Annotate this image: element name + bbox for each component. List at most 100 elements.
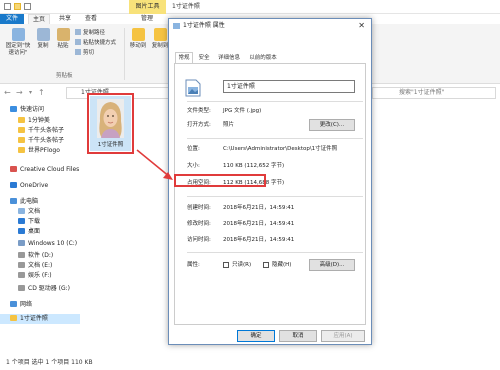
filename-input[interactable]: 1寸证件照	[223, 80, 355, 93]
divider	[187, 196, 363, 197]
move-to-button[interactable]: 移动到	[128, 28, 148, 50]
sidebar-item[interactable]: 文档 (E:)	[0, 261, 80, 271]
sidebar-item[interactable]: 1寸证件照	[0, 314, 80, 324]
pin-label: 固定到"快速访问"	[5, 43, 31, 56]
back-arrow-icon[interactable]: ←	[4, 88, 11, 98]
tab-file[interactable]: 文件	[0, 14, 24, 24]
contextual-tab-picture-tools[interactable]: 图片工具	[129, 0, 166, 14]
general-tab-panel: 1寸证件照 文件类型: JPG 文件 (.jpg) 打开方式: 照片 更改(C)…	[174, 63, 366, 325]
readonly-label: 只读(R)	[232, 262, 252, 268]
paste-button[interactable]: 粘贴	[54, 28, 72, 50]
sidebar-item-label: 1寸证件照	[20, 315, 48, 322]
paste-icon	[56, 28, 70, 41]
sidebar-item[interactable]: Creative Cloud Files	[0, 165, 80, 175]
accessed-value: 2018年6月21日，14:59:41	[223, 237, 295, 243]
sidebar-item-label: 1分钟美	[28, 117, 50, 124]
tab-view[interactable]: 查看	[80, 14, 102, 24]
sidebar-item-label: 文档	[28, 208, 41, 215]
copy-to-button[interactable]: 复制到	[150, 28, 170, 50]
photo-thumbnail[interactable]	[97, 99, 124, 138]
search-placeholder: 搜索"1寸证件照"	[399, 89, 445, 96]
move-to-icon	[131, 28, 145, 41]
accessed-label: 访问时间:	[187, 237, 211, 243]
sidebar-item[interactable]: OneDrive	[0, 181, 80, 191]
sidebar-item[interactable]: 软件 (D:)	[0, 251, 80, 261]
size-on-disk-highlight	[174, 174, 266, 187]
advanced-button[interactable]: 高级(D)...	[309, 259, 355, 271]
file-name: 1寸证件照	[97, 142, 124, 148]
ok-button[interactable]: 确定	[237, 330, 275, 342]
status-text: 1 个项目 选中 1 个项目 110 KB	[6, 359, 93, 366]
document-icon	[18, 208, 25, 214]
copy-path-button[interactable]: 复制路径	[75, 29, 105, 37]
drive-icon	[18, 262, 25, 268]
cut-button[interactable]: 剪切	[75, 49, 94, 57]
sidebar-item-label: 网络	[20, 301, 33, 308]
size-label: 大小:	[187, 163, 200, 169]
sidebar-item-label: CD 驱动器 (G:)	[28, 285, 70, 292]
paste-shortcut-icon	[75, 39, 81, 45]
sidebar-item[interactable]: 桌面	[0, 227, 80, 237]
drive-icon	[18, 240, 25, 246]
sidebar-item-label: OneDrive	[20, 182, 49, 189]
folder-icon	[18, 147, 25, 153]
open-with-label: 打开方式:	[187, 122, 211, 128]
sidebar-item[interactable]: Windows 10 (C:)	[0, 239, 80, 249]
tab-security[interactable]: 安全	[195, 53, 213, 63]
file-type-value: JPG 文件 (.jpg)	[223, 108, 262, 114]
sidebar-item[interactable]: 网络	[0, 300, 80, 310]
tab-home[interactable]: 主页	[28, 14, 50, 24]
tab-manage[interactable]: 管理	[132, 14, 162, 24]
new-folder-icon[interactable]	[24, 3, 31, 10]
sidebar-item-label: 千牛头条帖子	[28, 127, 65, 134]
forward-arrow-icon[interactable]: →	[16, 88, 23, 98]
sidebar-item[interactable]: 文档	[0, 207, 80, 217]
history-chevron-icon[interactable]: ▾	[29, 88, 32, 98]
sidebar-item[interactable]: 世界PFlogo	[0, 146, 80, 156]
tab-previous-versions[interactable]: 以前的版本	[245, 53, 281, 63]
close-icon[interactable]: ✕	[358, 21, 365, 31]
tab-details[interactable]: 详细信息	[215, 53, 243, 63]
paste-label: 粘贴	[57, 43, 69, 49]
clipboard-group-label: 剪贴板	[56, 73, 73, 79]
sidebar-item-label: 文档 (E:)	[28, 262, 53, 269]
sidebar-item[interactable]: 娱乐 (F:)	[0, 271, 80, 281]
dialog-title: 1寸证件照 属性	[183, 22, 225, 29]
pin-quick-access-button[interactable]: 固定到"快速访问"	[4, 28, 32, 57]
readonly-checkbox[interactable]	[223, 262, 229, 268]
tab-share[interactable]: 共享	[54, 14, 76, 24]
ribbon-separator	[124, 28, 125, 80]
divider	[187, 101, 363, 102]
location-value: C:\Users\Administrator\Desktop\1寸证件照	[223, 146, 338, 152]
tab-general[interactable]: 常规	[175, 52, 193, 63]
hidden-checkbox[interactable]	[263, 262, 269, 268]
quick-access-properties-icon[interactable]	[4, 3, 11, 10]
folder-icon	[10, 315, 17, 321]
sidebar-item-label: 快速访问	[20, 106, 45, 113]
sidebar-item[interactable]: 快速访问	[0, 105, 80, 115]
status-bar: 1 个项目 选中 1 个项目 110 KB	[0, 356, 500, 370]
cut-label: 剪切	[83, 50, 95, 56]
drive-icon	[18, 252, 25, 258]
modified-label: 修改时间:	[187, 221, 211, 227]
sidebar-item[interactable]: 千牛头条帖子	[0, 136, 80, 146]
copy-button[interactable]: 复制	[34, 28, 52, 50]
sidebar-item[interactable]: 下载	[0, 217, 80, 227]
search-input[interactable]: 搜索"1寸证件照"	[372, 87, 496, 99]
sidebar-item[interactable]: 此电脑	[0, 197, 80, 207]
portrait-image	[97, 99, 124, 138]
copy-icon	[36, 28, 50, 41]
pin-icon	[11, 28, 25, 41]
navigation-pane: 快速访问 1分钟美 千牛头条帖子 千牛头条帖子 世界PFlogo Creative Clo…	[0, 102, 80, 356]
apply-button[interactable]: 应用(A)	[321, 330, 365, 342]
sidebar-item[interactable]: CD 驱动器 (G:)	[0, 284, 80, 294]
change-button[interactable]: 更改(C)...	[309, 119, 355, 131]
sidebar-item[interactable]: 1分钟美	[0, 116, 80, 126]
cancel-button[interactable]: 取消	[279, 330, 317, 342]
paste-shortcut-button[interactable]: 粘贴快捷方式	[75, 39, 116, 47]
up-arrow-icon[interactable]: ↑	[38, 88, 45, 98]
computer-icon	[10, 198, 17, 204]
disc-icon	[18, 285, 25, 291]
sidebar-item[interactable]: 千牛头条帖子	[0, 126, 80, 136]
filename-value: 1寸证件照	[227, 83, 255, 90]
